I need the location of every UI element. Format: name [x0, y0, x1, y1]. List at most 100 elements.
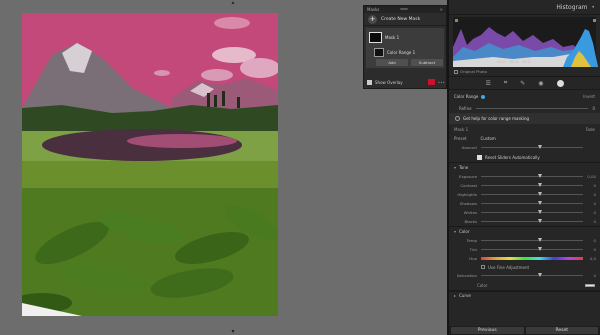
color-swatch-row: Color	[449, 280, 600, 290]
whites-row: Whites 0	[449, 208, 600, 217]
mask-section-title: Mask 1	[454, 126, 469, 132]
whites-slider[interactable]	[481, 210, 583, 214]
tone-section: ▾ Tone Exposure 0,00 Contrast 0 Highligh…	[449, 163, 600, 227]
show-overlay-checkbox[interactable]	[367, 79, 372, 85]
histogram-value-3: 42,5	[521, 59, 531, 64]
heal-icon[interactable]: ✎	[520, 80, 525, 87]
previous-button[interactable]: Previous	[451, 327, 524, 334]
overlay-color-swatch[interactable]	[427, 79, 435, 85]
collapse-top-arrow-icon[interactable]: ▴	[228, 0, 238, 6]
drag-handle-icon[interactable]	[400, 8, 408, 10]
color-swatch[interactable]	[585, 283, 595, 287]
slider-knob[interactable]	[538, 238, 543, 242]
close-icon[interactable]: ✕	[440, 7, 443, 12]
fine-adjustment-checkbox[interactable]	[481, 265, 485, 269]
mask-item-label: Mask 1	[385, 35, 400, 40]
hue-row: Hue 0,0	[449, 254, 600, 263]
curve-title: Curve	[459, 293, 471, 298]
plus-icon: +	[368, 14, 377, 24]
eyedropper-icon[interactable]	[481, 94, 486, 99]
histogram-title: Histogram	[556, 3, 588, 11]
hue-value[interactable]: 0,0	[586, 256, 596, 261]
mask-item[interactable]: Mask 1	[369, 32, 399, 43]
slider-value[interactable]: 0	[586, 219, 596, 224]
collapse-bottom-arrow-icon[interactable]: ▾	[228, 329, 238, 335]
color-range-thumbnail	[374, 48, 384, 57]
reset-sliders-label: Reset Sliders Automatically	[485, 154, 540, 160]
preset-dropdown[interactable]: Custom	[480, 136, 495, 141]
slider-label: Shadows	[459, 201, 477, 206]
slider-knob[interactable]	[538, 273, 543, 277]
slider-knob[interactable]	[538, 201, 543, 205]
reset-button[interactable]: Reset	[525, 327, 598, 334]
slider-knob[interactable]	[538, 183, 543, 187]
red-eye-icon[interactable]: ◉	[538, 80, 543, 87]
slider-label: Tint	[469, 247, 477, 252]
collapse-triangle-icon[interactable]: ◂	[591, 4, 594, 10]
masks-panel-header[interactable]: Masks ✕	[364, 6, 446, 13]
masking-icon[interactable]	[556, 79, 564, 87]
photo-with-mask-overlay[interactable]	[22, 13, 278, 316]
refine-value[interactable]: 0	[592, 106, 595, 111]
slider-value[interactable]: 0	[586, 192, 596, 197]
tint-slider[interactable]	[481, 247, 583, 251]
refine-slider[interactable]	[475, 107, 589, 109]
add-button[interactable]: Add	[376, 59, 408, 66]
tone-header[interactable]: ▾ Tone	[449, 163, 600, 172]
slider-knob[interactable]	[538, 192, 543, 196]
slider-label: Contrast	[460, 183, 477, 188]
color-range-label: Color Range	[454, 94, 479, 99]
crop-icon[interactable]: ⌗	[504, 79, 507, 87]
tool-strip: ☰ ⌗ ✎ ◉	[449, 76, 600, 90]
saturation-row: Saturation 0	[449, 271, 600, 280]
exposure-slider[interactable]	[481, 174, 583, 178]
curve-header[interactable]: ▸ Curve	[449, 291, 600, 299]
slider-value[interactable]: 0	[586, 273, 596, 278]
slider-value[interactable]: 0	[586, 183, 596, 188]
temp-row: Temp 0	[449, 236, 600, 245]
shadows-slider[interactable]	[481, 201, 583, 205]
blacks-row: Blacks 0	[449, 217, 600, 226]
refine-row: Refine 0	[449, 103, 600, 113]
slider-value[interactable]: 0,00	[586, 174, 596, 179]
slider-value[interactable]: 0	[586, 238, 596, 243]
color-label: Color	[477, 282, 488, 288]
slider-value[interactable]: 0	[586, 247, 596, 252]
color-header[interactable]: ▾ Color	[449, 227, 600, 236]
help-link[interactable]: Get help for color range masking	[449, 113, 600, 124]
info-icon	[455, 116, 460, 121]
slider-knob[interactable]	[538, 219, 543, 223]
slider-knob[interactable]	[538, 247, 543, 251]
blacks-slider[interactable]	[481, 219, 583, 223]
original-photo-checkbox[interactable]	[454, 69, 458, 74]
original-photo-label: Original Photo	[460, 69, 487, 74]
contrast-row: Contrast 0	[449, 181, 600, 190]
shadows-row: Shadows 0	[449, 199, 600, 208]
contrast-slider[interactable]	[481, 183, 583, 187]
original-photo-row: Original Photo	[449, 67, 600, 76]
slider-knob[interactable]	[538, 145, 543, 149]
more-options-icon[interactable]: •••	[438, 80, 445, 85]
tint-row: Tint 0	[449, 245, 600, 254]
highlights-slider[interactable]	[481, 192, 583, 196]
create-new-mask-button[interactable]: + Create New Mask	[364, 13, 446, 26]
fade-label[interactable]: Fade	[586, 127, 595, 132]
mask-component-item[interactable]: Color Range 1	[374, 48, 415, 57]
amount-row: Amount	[449, 143, 600, 152]
slider-value[interactable]: 0	[586, 210, 596, 215]
mask-list: Mask 1 Color Range 1 Add Subtract	[366, 28, 444, 68]
histogram-header[interactable]: Histogram ◂	[449, 0, 600, 15]
temp-slider[interactable]	[481, 238, 583, 242]
slider-knob[interactable]	[538, 210, 543, 214]
develop-right-panel: Histogram ◂ 40,0 45,4 42,5 Original Phot…	[447, 0, 600, 335]
hue-slider[interactable]	[481, 257, 583, 260]
amount-slider[interactable]	[481, 145, 583, 149]
slider-value[interactable]: 0	[586, 201, 596, 206]
subtract-button[interactable]: Subtract	[411, 59, 443, 66]
reset-sliders-checkbox[interactable]	[477, 154, 482, 160]
saturation-slider[interactable]	[481, 273, 583, 277]
slider-knob[interactable]	[538, 174, 543, 178]
edit-sliders-icon[interactable]: ☰	[485, 80, 490, 87]
exposure-row: Exposure 0,00	[449, 172, 600, 181]
invert-checkbox[interactable]: Invert	[583, 94, 595, 99]
